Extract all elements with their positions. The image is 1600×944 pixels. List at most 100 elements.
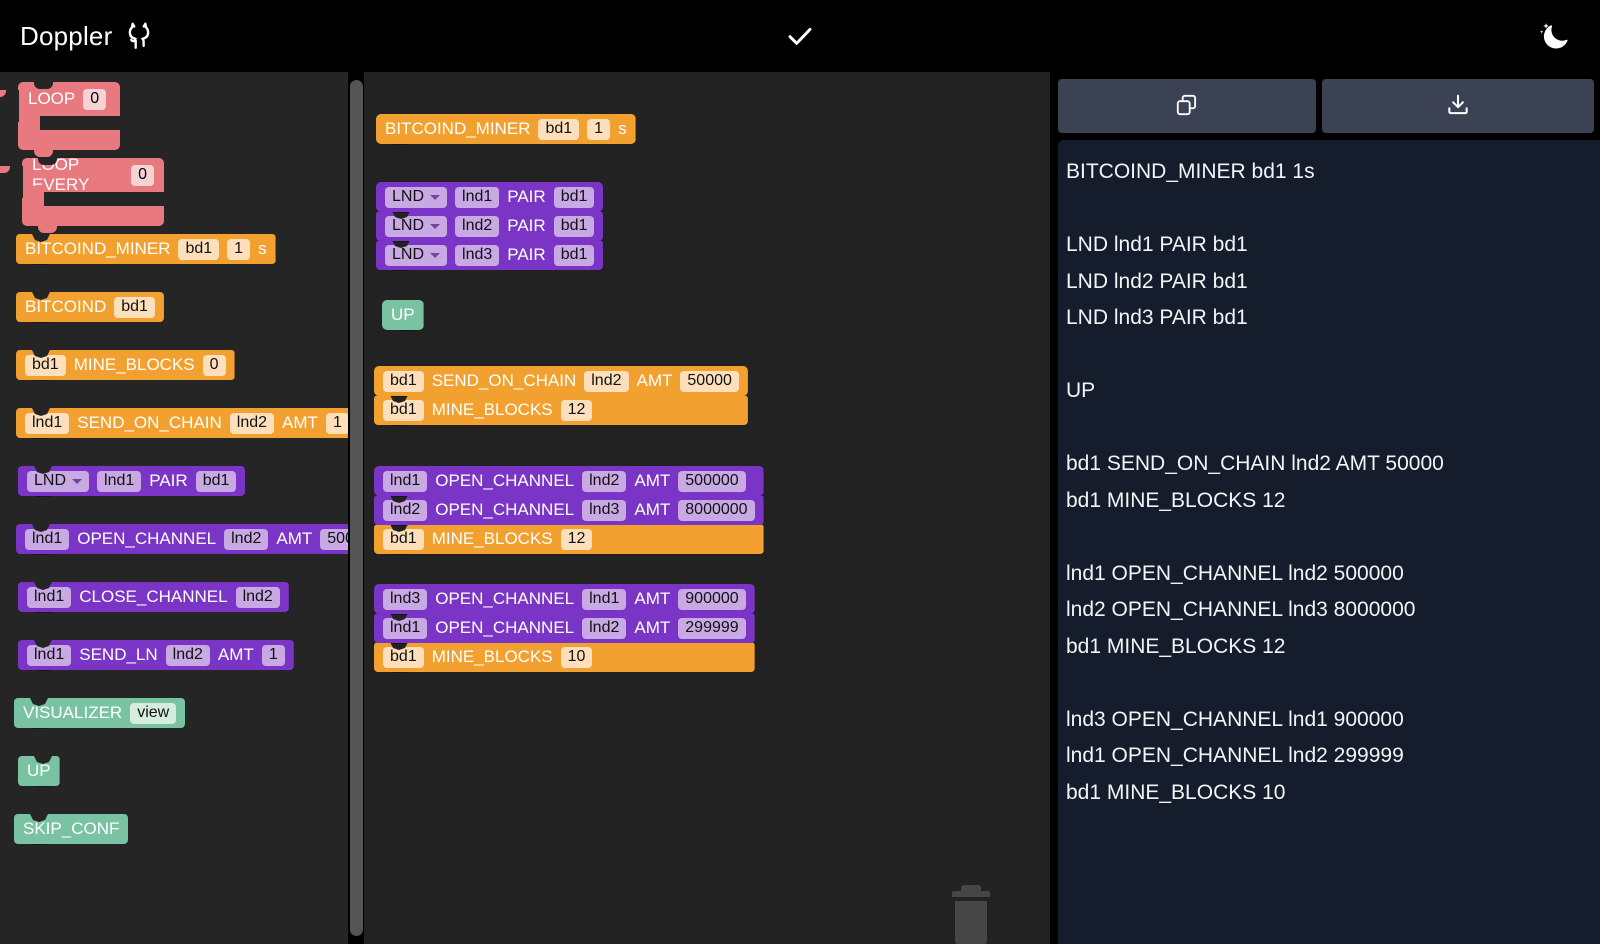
block-bd1-mine-blocks-0[interactable]: bd1MINE_BLOCKS0: [16, 350, 235, 380]
block-field-lnd1[interactable]: lnd1: [25, 529, 69, 550]
block-field-12[interactable]: 12: [561, 400, 593, 421]
block-field-lnd3[interactable]: lnd3: [455, 245, 499, 266]
block-field-900000[interactable]: 900000: [678, 589, 745, 610]
block-field-lnd3[interactable]: lnd3: [582, 500, 626, 521]
block-lnd-lnd1-pair-bd1[interactable]: LNDlnd1PAIRbd1: [376, 182, 603, 212]
export-code-button[interactable]: [1322, 79, 1594, 133]
app-header: Doppler: [0, 0, 1600, 72]
trash-can-icon[interactable]: [940, 878, 1002, 944]
block-bitcoind-miner-bd1-1-s[interactable]: BITCOIND_MINERbd11s: [376, 114, 636, 144]
block-stack-5[interactable]: lnd1OPEN_CHANNELlnd2AMT500000lnd2OPEN_CH…: [374, 466, 764, 554]
block-dropdown-lnd[interactable]: LND: [385, 245, 447, 266]
block-bd1-mine-blocks-10[interactable]: bd1MINE_BLOCKS10: [374, 642, 755, 672]
block-field-1[interactable]: 1: [587, 119, 610, 140]
block-bitcoind-miner-bd1-1-s[interactable]: BITCOIND_MINERbd11s: [16, 234, 276, 264]
block-field-lnd1[interactable]: lnd1: [27, 645, 71, 666]
blockly-workspace[interactable]: BITCOIND_MINERbd11sLNDlnd1PAIRbd1LNDlnd2…: [364, 72, 1050, 944]
block-up[interactable]: UP: [18, 756, 60, 786]
block-lnd1-open-channel-lnd2-amt-299999[interactable]: lnd1OPEN_CHANNELlnd2AMT299999: [374, 613, 755, 643]
block-dropdown-lnd[interactable]: LND: [385, 216, 447, 237]
block-field-lnd1[interactable]: lnd1: [383, 618, 427, 639]
block-field-lnd2[interactable]: lnd2: [582, 471, 626, 492]
app-title: Doppler: [20, 21, 112, 52]
block-field-lnd2[interactable]: lnd2: [166, 645, 210, 666]
block-bitcoind-bd1[interactable]: BITCOINDbd1: [16, 292, 164, 322]
github-cat-icon[interactable]: [124, 21, 154, 51]
block-label-pair: PAIR: [507, 245, 545, 265]
block-field-lnd2[interactable]: lnd2: [383, 500, 427, 521]
block-field-1[interactable]: 1: [227, 239, 250, 260]
block-field-500000[interactable]: 500000: [678, 471, 745, 492]
block-field-lnd1[interactable]: lnd1: [97, 471, 141, 492]
block-field-lnd2[interactable]: lnd2: [236, 587, 280, 608]
block-field-0[interactable]: 0: [203, 355, 226, 376]
block-label-amt: AMT: [634, 500, 670, 520]
block-field-lnd2[interactable]: lnd2: [584, 371, 628, 392]
block-field-bd1[interactable]: bd1: [383, 400, 424, 421]
copy-code-button[interactable]: [1058, 79, 1316, 133]
block-field-lnd1[interactable]: lnd1: [582, 589, 626, 610]
block-lnd3-open-channel-lnd1-amt-900000[interactable]: lnd3OPEN_CHANNELlnd1AMT900000: [374, 584, 755, 614]
block-field-bd1[interactable]: bd1: [25, 355, 66, 376]
loop-count-field[interactable]: 0: [131, 165, 154, 186]
block-stack-1[interactable]: BITCOIND_MINERbd11s: [376, 114, 636, 144]
block-stack-2[interactable]: LNDlnd1PAIRbd1LNDlnd2PAIRbd1LNDlnd3PAIRb…: [376, 182, 603, 270]
block-lnd-lnd3-pair-bd1[interactable]: LND lnd3 PAIR bd1: [376, 240, 603, 270]
block-field-lnd2[interactable]: lnd2: [582, 618, 626, 639]
block-field-500000[interactable]: 500000: [320, 529, 348, 550]
block-field-bd1[interactable]: bd1: [554, 187, 595, 208]
block-field-lnd1[interactable]: lnd1: [25, 413, 69, 434]
block-field-bd1[interactable]: bd1: [114, 297, 155, 318]
block-field-12[interactable]: 12: [561, 529, 593, 550]
theme-toggle-button[interactable]: [1526, 0, 1582, 72]
block-lnd1-send-ln-lnd2-amt-1[interactable]: lnd1SEND_LNlnd2AMT1: [18, 640, 294, 670]
palette-scrollbar[interactable]: [350, 80, 363, 936]
block-lnd1-close-channel-lnd2[interactable]: lnd1CLOSE_CHANNELlnd2: [18, 582, 289, 612]
block-field-lnd3[interactable]: lnd3: [383, 589, 427, 610]
block-bd1-send-on-chain-lnd2-amt-50000[interactable]: bd1SEND_ON_CHAINlnd2AMT50000: [374, 366, 748, 396]
block-lnd-lnd2-pair-bd1[interactable]: LNDlnd2PAIRbd1: [376, 211, 603, 241]
block-field-bd1[interactable]: bd1: [383, 647, 424, 668]
block-lnd1-send-on-chain-lnd2-amt-1[interactable]: lnd1SEND_ON_CHAINlnd2AMT1: [16, 408, 348, 438]
loop-count-field[interactable]: 0: [83, 89, 106, 110]
block-palette[interactable]: LOOP0LOOP EVERY0BITCOIND_MINERbd11sBITCO…: [0, 72, 348, 944]
block-field-bd1[interactable]: bd1: [383, 529, 424, 550]
block-visualizer-view[interactable]: VISUALIZERview: [14, 698, 185, 728]
block-field-lnd1[interactable]: lnd1: [455, 187, 499, 208]
block-field-lnd2[interactable]: lnd2: [224, 529, 268, 550]
block-lnd-lnd1-pair-bd1[interactable]: LNDlnd1PAIRbd1: [18, 466, 245, 496]
block-field-lnd2[interactable]: lnd2: [455, 216, 499, 237]
block-lnd2-open-channel-lnd3-amt-8000000[interactable]: lnd2OPEN_CHANNELlnd3AMT8000000: [374, 495, 764, 525]
block-stack-6[interactable]: lnd3OPEN_CHANNELlnd1AMT900000lnd1OPEN_CH…: [374, 584, 755, 672]
block-field-bd1[interactable]: bd1: [196, 471, 237, 492]
block-lnd1-open-channel-lnd2-amt-500000[interactable]: lnd1OPEN_CHANNELlnd2AMT500000: [374, 466, 764, 496]
block-label-up: UP: [27, 761, 51, 781]
block-field-bd1[interactable]: bd1: [178, 239, 219, 260]
block-field-bd1[interactable]: bd1: [554, 216, 595, 237]
block-field-view[interactable]: view: [130, 703, 176, 724]
block-field-bd1[interactable]: bd1: [554, 245, 595, 266]
block-field-1[interactable]: 1: [326, 413, 348, 434]
block-field-299999[interactable]: 299999: [678, 618, 745, 639]
block-stack-4[interactable]: bd1SEND_ON_CHAINlnd2AMT50000bd1MINE_BLOC…: [374, 366, 748, 425]
block-lnd1-open-channel-lnd2-amt-500000[interactable]: lnd1OPEN_CHANNELlnd2AMT500000: [16, 524, 348, 554]
block-stack-3[interactable]: UP: [382, 300, 424, 330]
block-field-10[interactable]: 10: [561, 647, 593, 668]
block-label-send-on-chain: SEND_ON_CHAIN: [77, 413, 222, 433]
code-panel: BITCOIND_MINER bd1 1s LND lnd1 PAIR bd1 …: [1050, 72, 1600, 944]
chevron-down-icon: [430, 224, 440, 229]
block-field-50000[interactable]: 50000: [680, 371, 739, 392]
block-field-bd1[interactable]: bd1: [538, 119, 579, 140]
block-field-bd1[interactable]: bd1: [383, 371, 424, 392]
block-bd1-mine-blocks-12[interactable]: bd1MINE_BLOCKS12: [374, 524, 764, 554]
block-skip-conf[interactable]: SKIP_CONF: [14, 814, 128, 844]
block-field-lnd1[interactable]: lnd1: [383, 471, 427, 492]
block-field-lnd1[interactable]: lnd1: [27, 587, 71, 608]
block-dropdown-lnd[interactable]: LND: [385, 187, 447, 208]
block-field-1[interactable]: 1: [262, 645, 285, 666]
block-up[interactable]: UP: [382, 300, 424, 330]
block-field-8000000[interactable]: 8000000: [678, 500, 754, 521]
block-dropdown-lnd[interactable]: LND: [27, 471, 89, 492]
block-bd1-mine-blocks-12[interactable]: bd1MINE_BLOCKS12: [374, 395, 748, 425]
block-field-lnd2[interactable]: lnd2: [230, 413, 274, 434]
